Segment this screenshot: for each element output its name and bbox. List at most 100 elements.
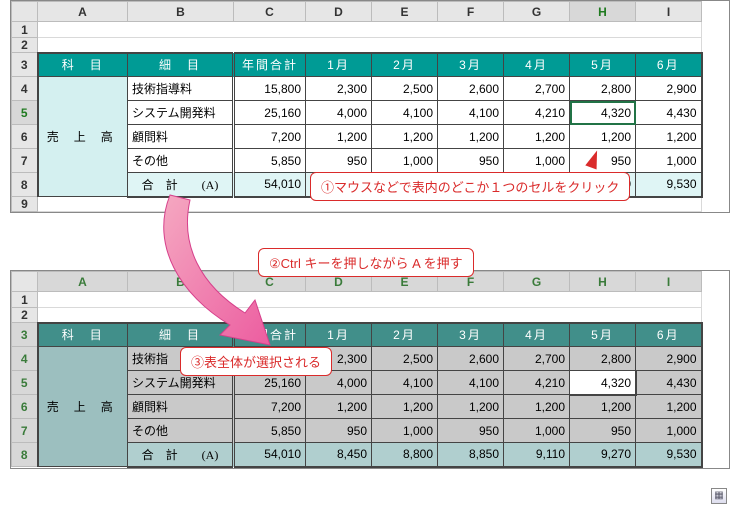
cell[interactable]: 25,160 — [234, 101, 306, 125]
cell[interactable]: 1,200 — [570, 395, 636, 419]
cell[interactable]: 8,450 — [306, 443, 372, 467]
row-header-3[interactable]: 3 — [12, 53, 38, 77]
cell[interactable]: 8,850 — [438, 443, 504, 467]
col-header-B[interactable]: B — [128, 2, 234, 22]
row-header-2[interactable]: 2 — [12, 308, 38, 323]
cell[interactable]: 950 — [306, 149, 372, 173]
cell[interactable]: 1,200 — [636, 395, 702, 419]
cell[interactable]: 1,200 — [306, 395, 372, 419]
cell[interactable]: 9,530 — [636, 443, 702, 467]
row-header-7[interactable]: 7 — [12, 149, 38, 173]
item-name[interactable]: 顧問料 — [128, 125, 234, 149]
cell[interactable]: 2,800 — [570, 347, 636, 371]
col-header-B[interactable]: B — [128, 272, 234, 292]
col-header-F[interactable]: F — [438, 2, 504, 22]
cell[interactable] — [38, 38, 702, 53]
active-cell-H5[interactable]: 4,320 — [570, 371, 636, 395]
cell[interactable]: 1,200 — [438, 125, 504, 149]
cell[interactable]: 1,000 — [504, 149, 570, 173]
cell[interactable]: 1,200 — [636, 125, 702, 149]
cell[interactable]: 950 — [306, 419, 372, 443]
select-all-corner[interactable] — [12, 272, 38, 292]
spreadsheet-bottom[interactable]: A B C D E F G H I 1 2 3 科 目 細 目 年間合計 1月 … — [10, 270, 730, 469]
cell[interactable]: 5,850 — [234, 149, 306, 173]
col-header-E[interactable]: E — [372, 2, 438, 22]
cell[interactable]: 2,600 — [438, 77, 504, 101]
col-header-H[interactable]: H — [570, 2, 636, 22]
cell[interactable]: 4,100 — [372, 101, 438, 125]
col-header-I[interactable]: I — [636, 2, 702, 22]
col-header-D[interactable]: D — [306, 2, 372, 22]
cell[interactable]: 4,210 — [504, 101, 570, 125]
cell[interactable] — [38, 308, 702, 323]
row-header-8[interactable]: 8 — [12, 173, 38, 197]
cell[interactable]: 5,850 — [234, 419, 306, 443]
item-name[interactable]: その他 — [128, 149, 234, 173]
row-header-6[interactable]: 6 — [12, 125, 38, 149]
cell[interactable]: 7,200 — [234, 125, 306, 149]
cell[interactable]: 4,100 — [438, 101, 504, 125]
col-header-G[interactable]: G — [504, 272, 570, 292]
item-name[interactable]: 技術指導料 — [128, 77, 234, 101]
row-header-4[interactable]: 4 — [12, 77, 38, 101]
row-header-7[interactable]: 7 — [12, 419, 38, 443]
cell[interactable]: 2,900 — [636, 347, 702, 371]
total-label[interactable]: 合 計 (A) — [128, 443, 234, 467]
item-name[interactable]: システム開発料 — [128, 101, 234, 125]
cell[interactable]: 950 — [438, 419, 504, 443]
cell[interactable]: 1,200 — [504, 125, 570, 149]
grid-bottom[interactable]: A B C D E F G H I 1 2 3 科 目 細 目 年間合計 1月 … — [11, 271, 703, 468]
cell[interactable]: 9,110 — [504, 443, 570, 467]
cell[interactable]: 7,200 — [234, 395, 306, 419]
cell[interactable]: 4,000 — [306, 101, 372, 125]
cell[interactable]: 2,500 — [372, 77, 438, 101]
cell[interactable]: 4,100 — [372, 371, 438, 395]
cell[interactable]: 1,200 — [438, 395, 504, 419]
row-header-3[interactable]: 3 — [12, 323, 38, 347]
cell[interactable]: 1,000 — [372, 419, 438, 443]
cell[interactable]: 950 — [570, 419, 636, 443]
cell[interactable]: 1,000 — [372, 149, 438, 173]
cell[interactable]: 4,100 — [438, 371, 504, 395]
item-name[interactable]: その他 — [128, 419, 234, 443]
item-name[interactable]: 顧問料 — [128, 395, 234, 419]
cell[interactable]: 1,200 — [306, 125, 372, 149]
cell[interactable]: 1,000 — [636, 419, 702, 443]
cell[interactable]: 15,800 — [234, 77, 306, 101]
row-header-2[interactable]: 2 — [12, 38, 38, 53]
col-header-H[interactable]: H — [570, 272, 636, 292]
cell[interactable]: 1,200 — [372, 125, 438, 149]
cell[interactable]: 2,700 — [504, 77, 570, 101]
cell[interactable]: 2,600 — [438, 347, 504, 371]
cell[interactable]: 2,700 — [504, 347, 570, 371]
cell[interactable]: 2,800 — [570, 77, 636, 101]
total-label[interactable]: 合 計 (A) — [128, 173, 234, 197]
cell[interactable]: 950 — [438, 149, 504, 173]
cell[interactable] — [38, 292, 702, 308]
cell[interactable]: 54,010 — [234, 173, 306, 197]
cell[interactable] — [38, 22, 702, 38]
col-header-G[interactable]: G — [504, 2, 570, 22]
row-header-9[interactable]: 9 — [12, 197, 38, 212]
cell[interactable]: 1,000 — [636, 149, 702, 173]
cell[interactable]: 54,010 — [234, 443, 306, 467]
cell[interactable]: 9,270 — [570, 443, 636, 467]
row-header-1[interactable]: 1 — [12, 292, 38, 308]
row-header-5[interactable]: 5 — [12, 101, 38, 125]
row-header-4[interactable]: 4 — [12, 347, 38, 371]
col-header-A[interactable]: A — [38, 272, 128, 292]
row-header-8[interactable]: 8 — [12, 443, 38, 467]
cell[interactable]: 9,530 — [636, 173, 702, 197]
display-settings-icon[interactable]: ▦ — [711, 488, 727, 504]
active-cell-H5[interactable]: 4,320 — [570, 101, 636, 125]
cell[interactable]: 8,800 — [372, 443, 438, 467]
row-header-5[interactable]: 5 — [12, 371, 38, 395]
cell[interactable]: 2,300 — [306, 77, 372, 101]
cell[interactable]: 2,900 — [636, 77, 702, 101]
cell[interactable]: 1,200 — [372, 395, 438, 419]
col-header-C[interactable]: C — [234, 2, 306, 22]
cell[interactable]: 4,430 — [636, 371, 702, 395]
cell[interactable]: 1,000 — [504, 419, 570, 443]
cell[interactable]: 1,200 — [504, 395, 570, 419]
cell[interactable]: 4,430 — [636, 101, 702, 125]
